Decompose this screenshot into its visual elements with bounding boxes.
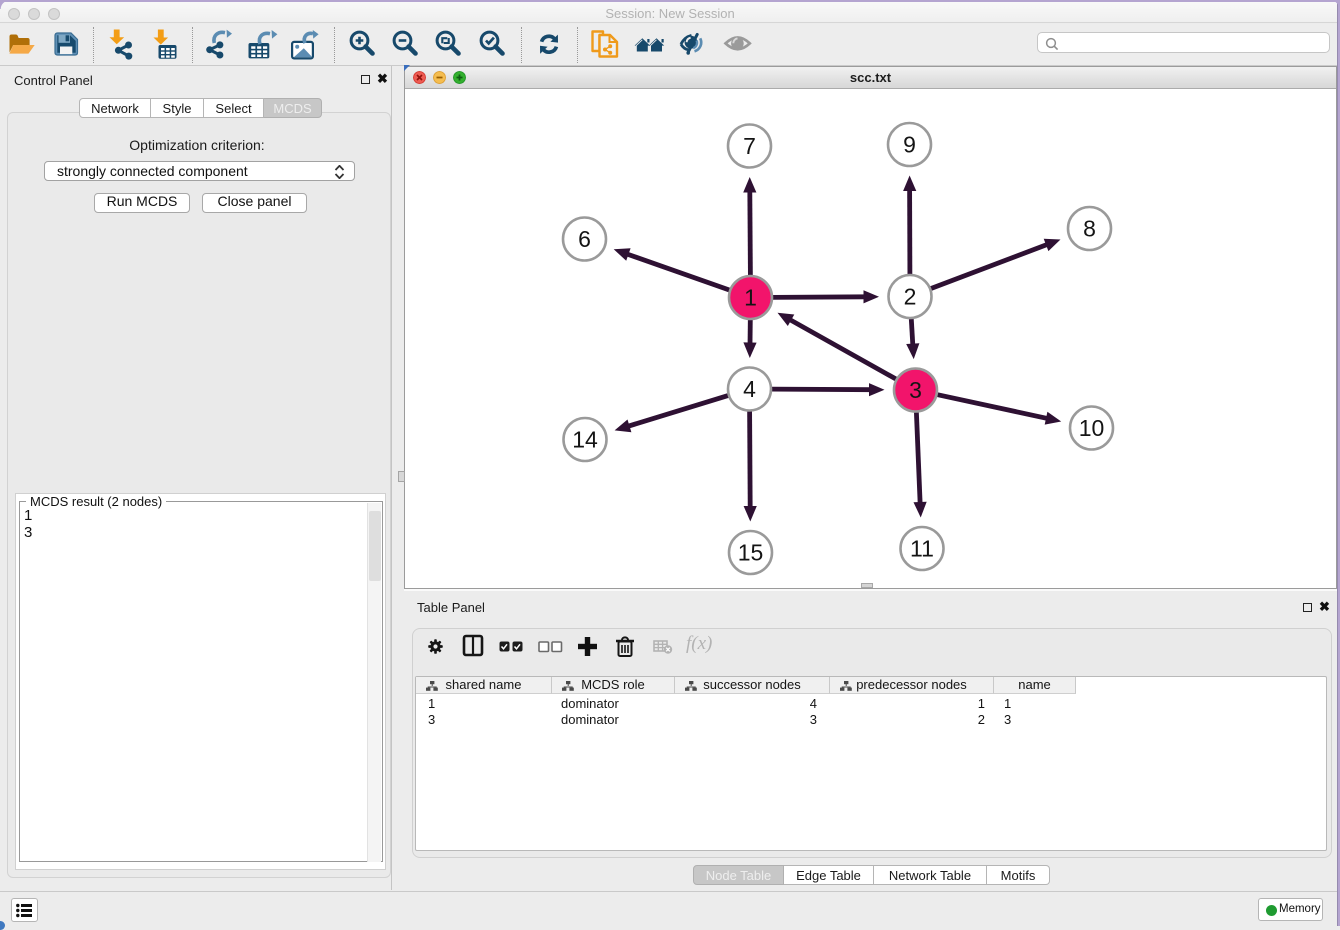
svg-text:10: 10 [1079,415,1105,441]
svg-text:9: 9 [903,132,916,158]
svg-text:8: 8 [1083,216,1096,242]
svg-text:7: 7 [743,133,756,159]
svg-text:11: 11 [910,536,934,562]
svg-text:4: 4 [743,376,756,402]
svg-text:2: 2 [904,284,917,310]
svg-text:3: 3 [909,377,922,403]
svg-text:6: 6 [578,226,591,252]
svg-text:14: 14 [572,427,598,453]
svg-text:15: 15 [738,540,764,566]
svg-text:1: 1 [744,285,757,311]
